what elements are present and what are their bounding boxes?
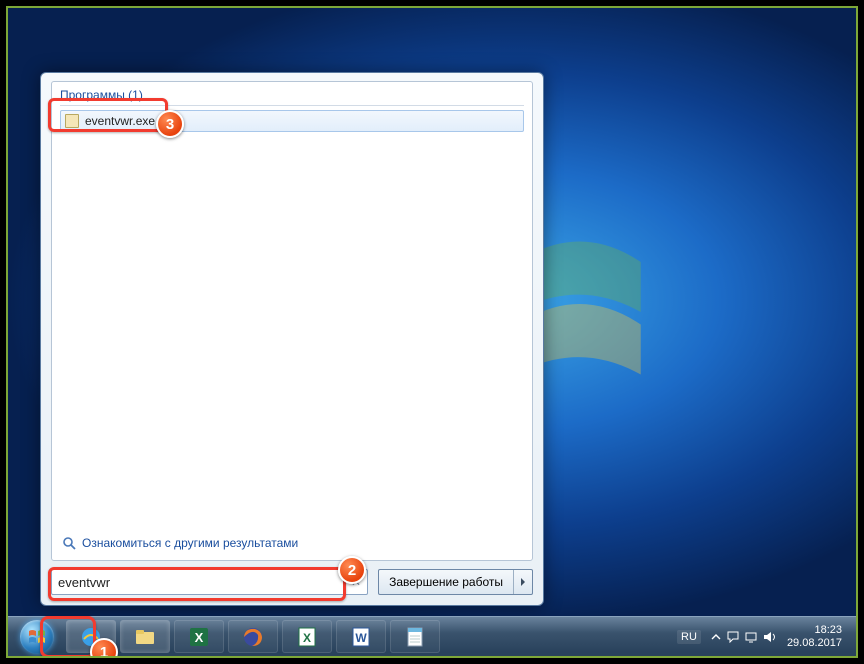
start-menu: Программы (1) eventvwr.exe Ознакомиться … xyxy=(40,72,544,606)
system-tray: RU 18:23 29.08.2017 xyxy=(677,624,852,649)
search-input-value: eventvwr xyxy=(58,575,110,590)
start-menu-bottom-row: eventvwr ✕ Завершение работы xyxy=(51,569,533,595)
clear-search-icon[interactable]: ✕ xyxy=(351,575,361,589)
firefox-icon xyxy=(241,625,265,649)
tray-icons xyxy=(711,631,777,643)
shutdown-label: Завершение работы xyxy=(379,570,514,594)
results-empty-space xyxy=(60,132,524,530)
see-more-results-link[interactable]: Ознакомиться с другими результатами xyxy=(60,530,524,554)
taskbar: X X W RU 18:23 xyxy=(8,616,856,656)
clock[interactable]: 18:23 29.08.2017 xyxy=(787,624,842,649)
chevron-right-icon xyxy=(519,578,527,586)
svg-text:X: X xyxy=(303,631,311,645)
search-input[interactable]: eventvwr ✕ xyxy=(51,569,368,595)
taskbar-item-firefox[interactable] xyxy=(228,620,278,653)
svg-text:X: X xyxy=(195,630,204,645)
language-indicator[interactable]: RU xyxy=(677,630,701,644)
taskbar-item-ie[interactable] xyxy=(66,620,116,653)
clock-time: 18:23 xyxy=(787,624,842,637)
see-more-label: Ознакомиться с другими результатами xyxy=(82,536,298,550)
executable-icon xyxy=(65,114,79,128)
svg-text:W: W xyxy=(355,631,367,645)
action-center-icon[interactable] xyxy=(727,631,739,643)
shutdown-menu-arrow[interactable] xyxy=(514,570,532,594)
taskbar-item-excel-doc[interactable]: X xyxy=(282,620,332,653)
desktop: Программы (1) eventvwr.exe Ознакомиться … xyxy=(6,6,858,658)
windows-flag-icon xyxy=(27,627,47,647)
taskbar-items: X X W xyxy=(66,620,440,653)
clock-date: 29.08.2017 xyxy=(787,637,842,650)
excel-doc-icon: X xyxy=(295,625,319,649)
search-results-panel: Программы (1) eventvwr.exe Ознакомиться … xyxy=(51,81,533,561)
search-section-header: Программы (1) xyxy=(60,88,524,106)
notepad-icon xyxy=(403,625,427,649)
shutdown-button[interactable]: Завершение работы xyxy=(378,569,533,595)
start-orb-icon xyxy=(20,620,54,654)
taskbar-item-excel[interactable]: X xyxy=(174,620,224,653)
taskbar-item-word-doc[interactable]: W xyxy=(336,620,386,653)
folder-icon xyxy=(133,625,157,649)
taskbar-item-explorer[interactable] xyxy=(120,620,170,653)
excel-icon: X xyxy=(187,625,211,649)
taskbar-item-notepad[interactable] xyxy=(390,620,440,653)
volume-icon[interactable] xyxy=(763,631,777,643)
search-result-label: eventvwr.exe xyxy=(85,114,155,128)
ie-icon xyxy=(79,625,103,649)
search-result-item[interactable]: eventvwr.exe xyxy=(60,110,524,132)
word-doc-icon: W xyxy=(349,625,373,649)
chevron-up-icon[interactable] xyxy=(711,632,721,642)
network-icon[interactable] xyxy=(745,631,757,643)
search-icon xyxy=(62,536,76,550)
start-button[interactable] xyxy=(12,618,62,656)
